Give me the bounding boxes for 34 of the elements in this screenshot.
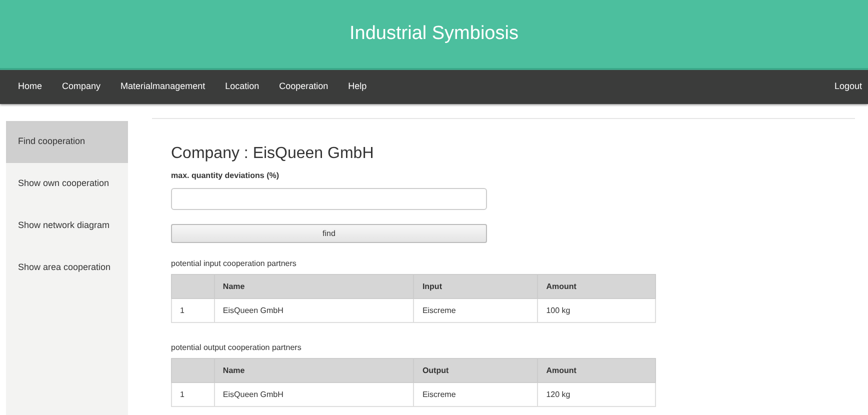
table-caption: potential output cooperation partners — [171, 342, 302, 354]
table-cell: 1 — [172, 382, 214, 406]
column-header: Amount — [538, 358, 656, 382]
table-cell: 120 kg — [538, 382, 656, 406]
sidebar-item[interactable]: Find cooperation — [6, 121, 128, 163]
page-heading: Company : EisQueen GmbH — [171, 144, 375, 164]
nav-link[interactable]: Cooperation — [269, 80, 338, 94]
site-title: Industrial Symbiosis — [350, 22, 518, 46]
nav-link[interactable]: Materialmanagement — [110, 80, 216, 94]
table-cell: Eiscreme — [414, 298, 538, 322]
table-cell: EisQueen GmbH — [214, 298, 414, 322]
nav-link[interactable]: Company — [52, 80, 111, 94]
sidebar-item[interactable]: Show network diagram — [6, 205, 128, 247]
logout-link[interactable]: Logout — [824, 80, 862, 94]
table-cell: EisQueen GmbH — [214, 382, 414, 406]
nav-link[interactable]: Home — [8, 80, 52, 94]
table-caption: potential input cooperation partners — [171, 258, 298, 270]
column-header — [172, 274, 214, 298]
field-label: max. quantity deviations (%) — [171, 170, 280, 182]
nav-link[interactable]: Location — [215, 80, 270, 94]
column-header: Name — [214, 274, 414, 298]
sidebar-item[interactable]: Show area cooperation — [6, 247, 128, 289]
column-header: Output — [414, 358, 538, 382]
find-button[interactable]: find — [171, 224, 487, 243]
nav-link[interactable]: Help — [338, 80, 377, 94]
input-field[interactable] — [171, 188, 487, 210]
table-cell: 100 kg — [538, 298, 656, 322]
table-cell: 1 — [172, 298, 214, 322]
column-header — [172, 358, 214, 382]
column-header: Name — [214, 358, 414, 382]
column-header: Amount — [538, 274, 656, 298]
table-cell: Eiscreme — [414, 382, 538, 406]
sidebar-item[interactable]: Show own cooperation — [6, 163, 128, 205]
column-header: Input — [414, 274, 538, 298]
